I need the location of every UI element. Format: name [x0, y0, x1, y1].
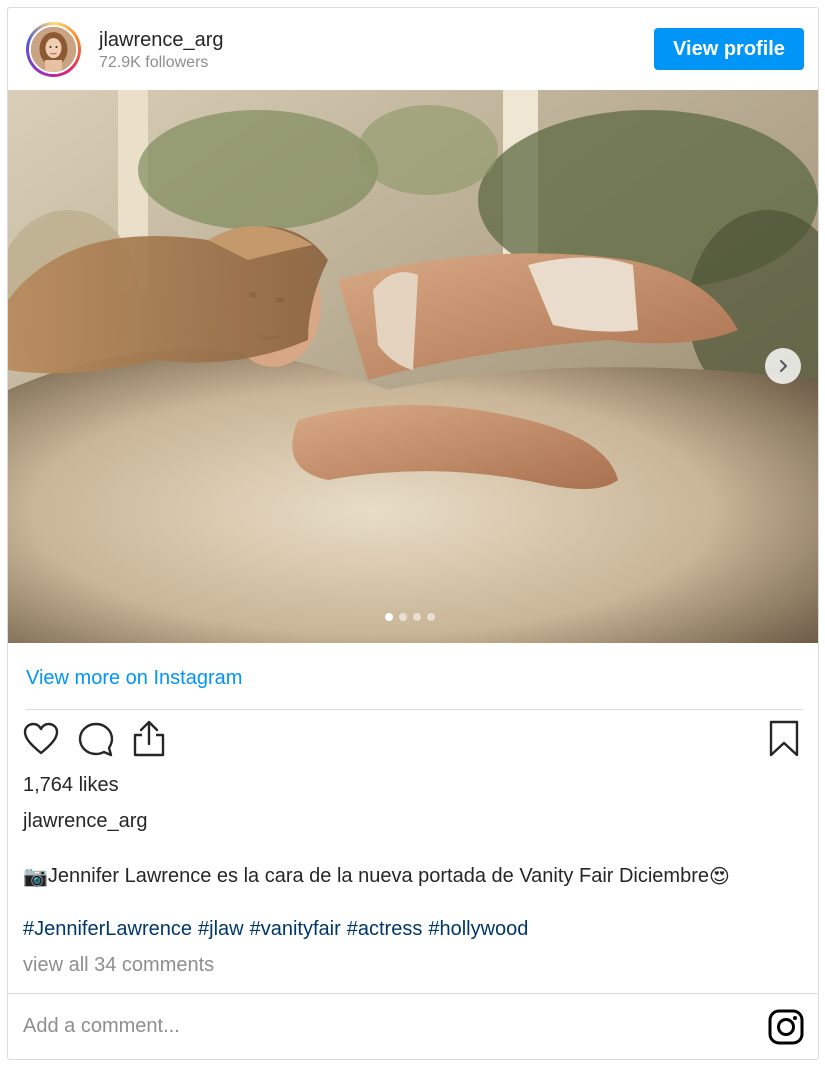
header-username[interactable]: jlawrence_arg [99, 29, 224, 52]
avatar[interactable] [26, 22, 81, 77]
carousel-dot[interactable] [413, 613, 421, 621]
add-comment-input[interactable] [23, 1011, 723, 1041]
heart-icon[interactable] [23, 722, 59, 761]
view-comments-link[interactable]: view all 34 comments [23, 954, 214, 977]
hashtag-link[interactable]: #actress [347, 918, 423, 940]
post-header: jlawrence_arg 72.9K followers View profi… [8, 8, 818, 90]
share-icon[interactable] [132, 720, 166, 763]
instagram-embed-card: jlawrence_arg 72.9K followers View profi… [7, 7, 819, 1060]
hashtag-link[interactable]: #vanityfair [250, 918, 341, 940]
instagram-icon[interactable] [767, 1008, 805, 1051]
caption-username[interactable]: jlawrence_arg [23, 810, 148, 833]
carousel-indicator [385, 613, 435, 621]
comment-icon[interactable] [78, 722, 114, 763]
divider [8, 993, 818, 994]
camera-emoji: 📷 [23, 866, 48, 888]
caption-text: Jennifer Lawrence es la cara de la nueva… [47, 865, 709, 887]
hashtag-link[interactable]: #hollywood [428, 918, 528, 940]
carousel-dot[interactable] [385, 613, 393, 621]
hashtag-list: #JenniferLawrence #jlaw #vanityfair #actres… [23, 918, 534, 941]
view-more-link[interactable]: View more on Instagram [26, 667, 242, 690]
chevron-right-icon [780, 360, 787, 372]
follower-count: 72.9K followers [99, 54, 209, 71]
post-photo[interactable] [8, 90, 818, 643]
heart-eyes-emoji: 😍 [709, 866, 730, 888]
carousel-dot[interactable] [399, 613, 407, 621]
view-profile-button[interactable]: View profile [654, 28, 804, 70]
divider [26, 709, 803, 710]
bookmark-icon[interactable] [768, 720, 800, 763]
carousel-dot[interactable] [427, 613, 435, 621]
carousel-next-button[interactable] [765, 348, 801, 384]
photo-image [8, 90, 818, 643]
hashtag-link[interactable]: #jlaw [198, 918, 244, 940]
like-count[interactable]: 1,764 likes [23, 774, 119, 797]
hashtag-link[interactable]: #JenniferLawrence [23, 918, 192, 940]
post-caption: 📷 Jennifer Lawrence es la cara de la nue… [23, 864, 730, 889]
avatar-image [29, 25, 78, 74]
